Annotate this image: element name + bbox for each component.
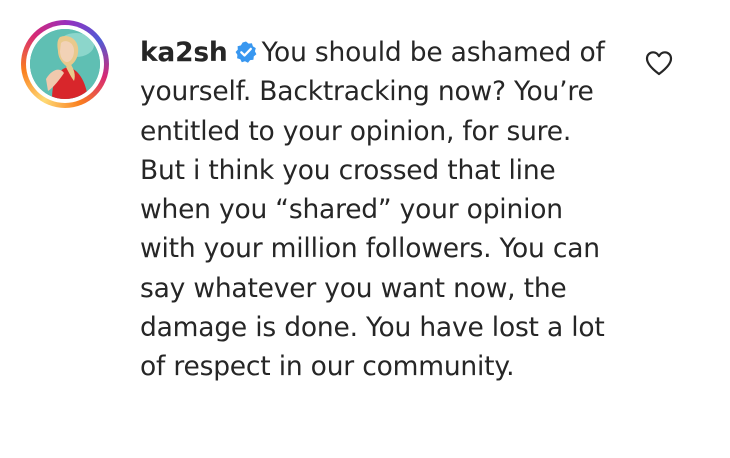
comment-body: ka2sh You should be ashamed of yourself.… <box>140 33 610 387</box>
avatar <box>30 29 100 99</box>
comment-item: ka2sh You should be ashamed of yourself.… <box>0 0 730 458</box>
avatar-image <box>30 29 100 99</box>
avatar-story-ring[interactable] <box>21 20 109 108</box>
avatar-ring-gap <box>26 25 104 103</box>
comment-username[interactable]: ka2sh <box>140 37 228 68</box>
heart-outline-icon[interactable] <box>644 49 674 77</box>
comment-text: You should be ashamed of yourself. Backt… <box>140 37 605 383</box>
verified-badge-icon <box>235 41 256 63</box>
